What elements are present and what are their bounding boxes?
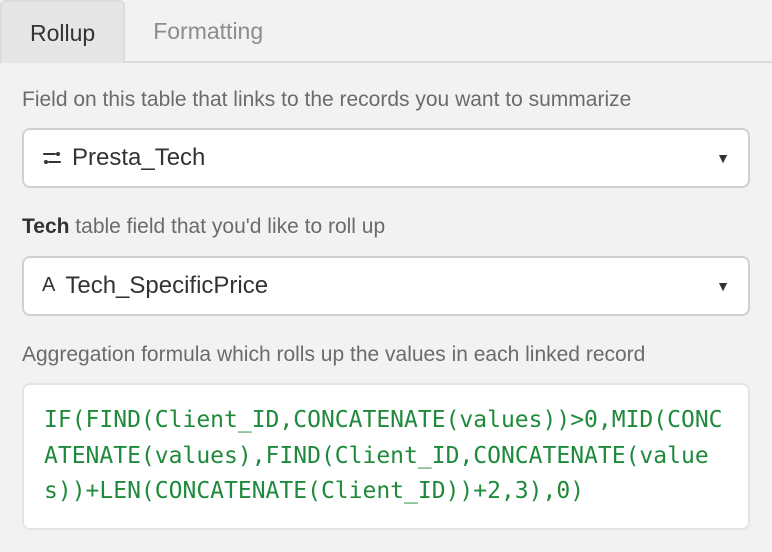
link-field-value: Presta_Tech bbox=[72, 144, 706, 172]
link-field-label: Field on this table that links to the re… bbox=[22, 85, 750, 114]
tab-rollup[interactable]: Rollup bbox=[0, 0, 125, 63]
table-name: Tech bbox=[22, 215, 69, 238]
tab-formatting[interactable]: Formatting bbox=[125, 0, 291, 61]
link-icon bbox=[42, 148, 62, 168]
link-field-select[interactable]: Presta_Tech ▼ bbox=[22, 128, 750, 188]
chevron-down-icon: ▼ bbox=[716, 278, 730, 294]
formula-input[interactable]: IF(FIND(Client_ID,CONCATENATE(values))>0… bbox=[22, 383, 750, 530]
chevron-down-icon: ▼ bbox=[716, 150, 730, 166]
rollup-field-value: Tech_SpecificPrice bbox=[65, 272, 706, 300]
aggregation-label: Aggregation formula which rolls up the v… bbox=[22, 340, 750, 369]
config-content: Field on this table that links to the re… bbox=[0, 63, 772, 530]
tabs: Rollup Formatting bbox=[0, 0, 772, 63]
text-field-icon: A bbox=[42, 274, 55, 297]
rollup-field-label: Tech table field that you'd like to roll… bbox=[22, 212, 750, 241]
rollup-field-select[interactable]: A Tech_SpecificPrice ▼ bbox=[22, 256, 750, 316]
